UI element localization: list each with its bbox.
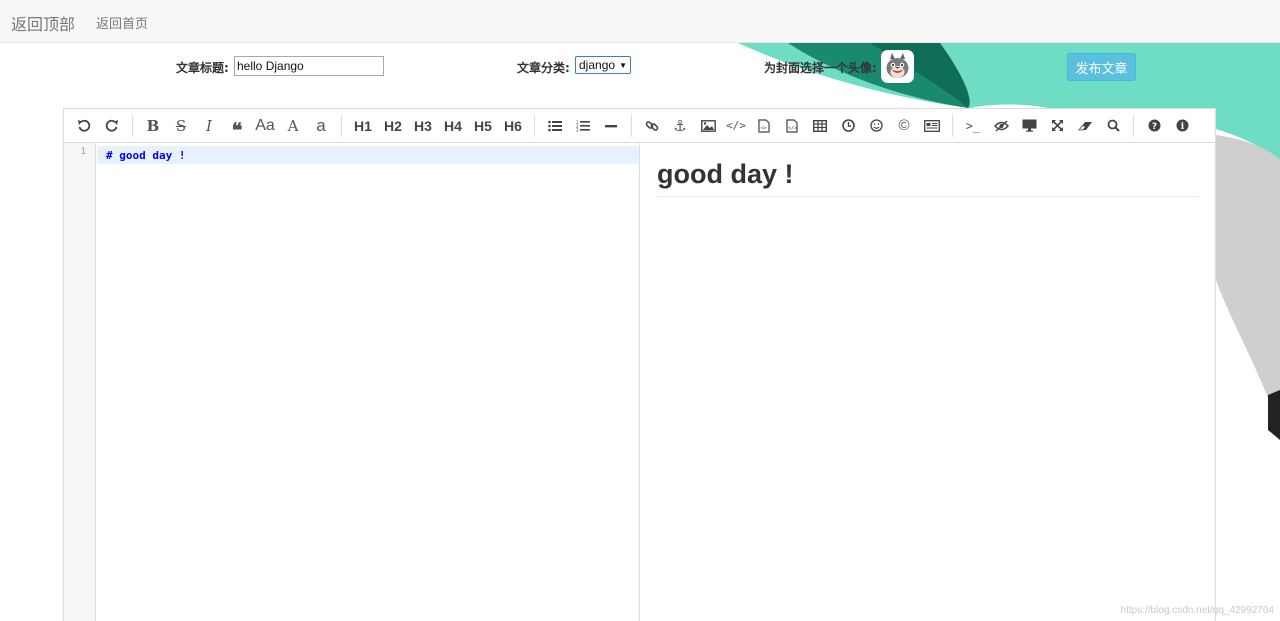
svg-text:i: i (1180, 122, 1184, 132)
category-select[interactable]: django ▼ (575, 56, 631, 74)
lowercase-icon[interactable]: a (309, 113, 333, 139)
datetime-icon[interactable] (836, 113, 860, 139)
toolbar-divider (952, 114, 953, 137)
clear-icon[interactable] (1073, 113, 1097, 139)
preview-icon[interactable] (1017, 113, 1041, 139)
quote-icon[interactable]: ❝ (225, 113, 249, 142)
cover-avatar-image[interactable] (881, 50, 914, 83)
toolbar-divider (1133, 114, 1134, 137)
table-icon[interactable] (808, 113, 832, 139)
markdown-source-pane[interactable]: 1 # good day ! (64, 143, 640, 621)
ucwords-icon[interactable]: Aa (253, 113, 277, 139)
svg-text:3: 3 (576, 128, 579, 132)
preview-heading: good day ! (657, 159, 1199, 197)
category-label: 文章分类: (517, 61, 570, 75)
toolbar-divider (631, 114, 632, 137)
anchor-icon[interactable]: ⚓ (668, 113, 692, 139)
code-block-icon[interactable]: </> (780, 113, 804, 139)
h2-button[interactable]: H2 (380, 113, 406, 139)
html-entities-icon[interactable]: © (892, 113, 916, 139)
info-icon[interactable]: i (1170, 113, 1194, 139)
undo-icon[interactable] (72, 113, 96, 139)
code-icon[interactable]: </> (724, 113, 748, 139)
h3-button[interactable]: H3 (410, 113, 436, 139)
markdown-text: # good day ! (106, 149, 186, 162)
italic-icon[interactable]: I (197, 113, 221, 139)
markdown-preview-pane: good day ! (640, 143, 1215, 621)
search-icon[interactable] (1101, 113, 1125, 139)
strikethrough-icon[interactable]: S (169, 113, 193, 139)
publish-article-button[interactable]: 发布文章 (1067, 53, 1136, 81)
watch-icon[interactable] (989, 113, 1013, 139)
image-icon[interactable] (696, 113, 720, 139)
back-to-top-link[interactable]: 返回顶部 (11, 11, 75, 35)
svg-text:?: ? (1151, 122, 1156, 132)
article-meta-form: 文章标题: 文章分类: django ▼ 为封面选择一个头像: 发布文章 (0, 50, 1280, 88)
uppercase-icon[interactable]: A (281, 113, 305, 139)
dropdown-arrow-icon: ▼ (619, 60, 627, 70)
fullscreen-icon[interactable] (1045, 113, 1069, 139)
bold-icon[interactable]: B (141, 113, 165, 139)
pagebreak-icon[interactable] (920, 113, 944, 139)
top-navbar: 返回顶部 返回首页 (0, 0, 1280, 43)
line-number: 1 (80, 147, 86, 157)
h1-button[interactable]: H1 (350, 113, 376, 139)
active-code-line[interactable]: # good day ! (97, 146, 639, 164)
category-selected-value: django (579, 58, 616, 72)
avatar-label: 为封面选择一个头像: (764, 61, 877, 75)
markdown-editor: B S I ❝ Aa A a H1 H2 H3 H4 H5 H6 123 ⚓ <… (63, 108, 1216, 621)
title-label: 文章标题: (176, 61, 229, 75)
preformatted-text-icon[interactable]: <> (752, 113, 776, 139)
toolbar-divider (132, 114, 133, 137)
list-ul-icon[interactable] (543, 113, 567, 139)
goto-line-icon[interactable]: >_ (961, 113, 985, 139)
totoro-avatar-icon (881, 50, 914, 83)
title-input[interactable] (234, 56, 384, 76)
svg-text:<>: <> (761, 125, 767, 131)
redo-icon[interactable] (100, 113, 124, 139)
editor-toolbar: B S I ❝ Aa A a H1 H2 H3 H4 H5 H6 123 ⚓ <… (64, 109, 1215, 143)
link-icon[interactable] (640, 113, 664, 139)
help-icon[interactable]: ? (1142, 113, 1166, 139)
hr-icon[interactable] (599, 113, 623, 139)
emoji-icon[interactable] (864, 113, 888, 139)
line-number-gutter: 1 (64, 143, 96, 621)
toolbar-divider (534, 114, 535, 137)
toolbar-divider (341, 114, 342, 137)
h4-button[interactable]: H4 (440, 113, 466, 139)
h6-button[interactable]: H6 (500, 113, 526, 139)
back-to-home-link[interactable]: 返回首页 (96, 13, 148, 32)
svg-text:</>: </> (788, 125, 797, 131)
list-ol-icon[interactable]: 123 (571, 113, 595, 139)
watermark-text: https://blog.csdn.net/qq_42992704 (1120, 605, 1274, 616)
h5-button[interactable]: H5 (470, 113, 496, 139)
